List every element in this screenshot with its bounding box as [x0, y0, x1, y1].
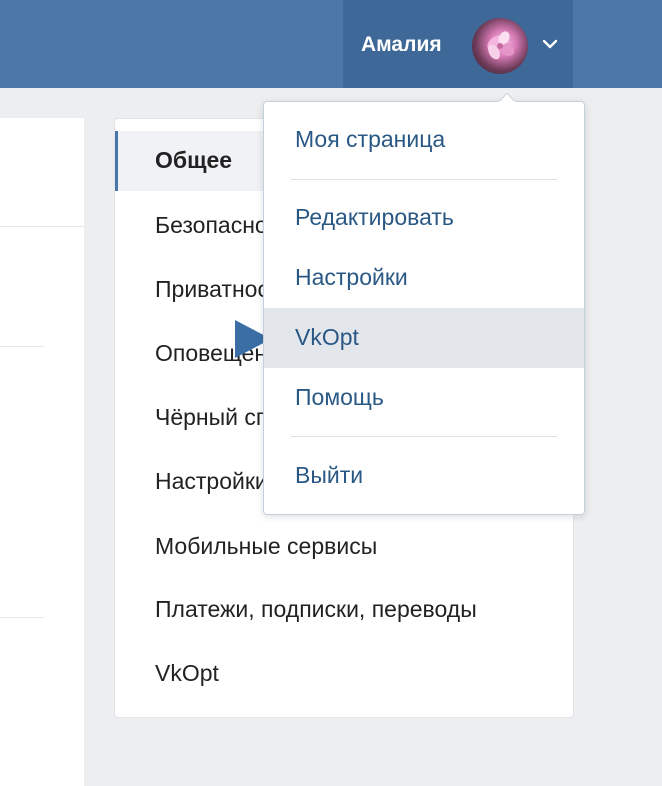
divider [0, 346, 44, 347]
top-header-bar: Амалия [0, 0, 662, 88]
dropdown-caret [499, 93, 515, 102]
menu-item-settings[interactable]: Настройки [264, 248, 584, 308]
settings-nav-item-mobile-services[interactable]: Мобильные сервисы [115, 517, 573, 577]
menu-divider [291, 436, 557, 437]
settings-nav-item-payments[interactable]: Платежи, подписки, переводы [115, 580, 573, 640]
profile-dropdown-menu: Моя страница Редактировать Настройки VkO… [263, 93, 585, 515]
menu-item-my-page[interactable]: Моя страница [264, 110, 584, 170]
user-name[interactable]: Амалия [361, 32, 442, 58]
divider [0, 617, 44, 618]
divider [0, 226, 84, 227]
menu-item-edit[interactable]: Редактировать [264, 188, 584, 248]
menu-item-help[interactable]: Помощь [264, 368, 584, 428]
chevron-down-icon[interactable] [542, 38, 558, 50]
menu-divider [291, 179, 557, 180]
menu-item-vkopt[interactable]: VkOpt [264, 308, 584, 368]
user-avatar[interactable] [472, 18, 528, 74]
settings-nav-item-vkopt[interactable]: VkOpt [115, 644, 573, 704]
left-content-panel [0, 118, 84, 786]
menu-item-logout[interactable]: Выйти [264, 446, 584, 506]
profile-menu-toggle[interactable]: Амалия [343, 0, 573, 88]
